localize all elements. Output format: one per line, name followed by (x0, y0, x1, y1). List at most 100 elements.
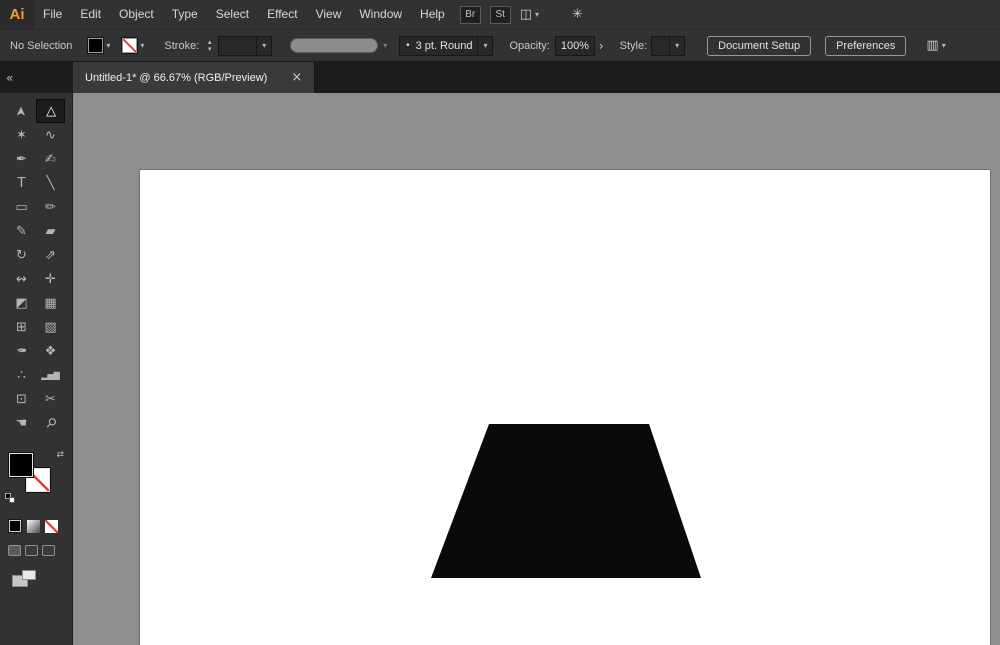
menu-window[interactable]: Window (350, 0, 411, 29)
column-graph-tool-icon: ▂▅▇ (41, 371, 59, 380)
menu-bar: Ai FileEditObjectTypeSelectEffectViewWin… (0, 0, 1000, 29)
width-tool[interactable]: ↭ (7, 267, 36, 291)
change-screen-mode-button[interactable] (12, 570, 36, 587)
arrange-documents-button[interactable]: ◫ ▾ (520, 7, 539, 22)
swap-fill-stroke-icon[interactable]: ⇄ (56, 450, 64, 460)
magic-wand-tool-icon: ✶ (16, 128, 27, 143)
bridge-button[interactable]: Br (460, 6, 481, 24)
stroke-weight-stepper[interactable]: ▴ ▾ (203, 36, 216, 56)
scale-tool[interactable]: ⇗ (36, 243, 65, 267)
menubar-right: Br St ◫ ▾ ✳ (460, 6, 583, 24)
artboard-tool-icon: ⊡ (16, 392, 27, 407)
draw-inside-button[interactable] (42, 545, 55, 556)
pencil-tool[interactable]: ✎ (7, 219, 36, 243)
color-mode-row (8, 519, 72, 533)
chevron-down-icon: ▾ (535, 10, 539, 19)
opacity-value: 100% (556, 40, 594, 52)
width-profile-preview (290, 38, 378, 53)
selection-tool[interactable]: ➤ (7, 99, 36, 123)
stock-button[interactable]: St (490, 6, 511, 24)
paintbrush-tool-icon: ✏ (45, 200, 56, 215)
default-fill-stroke-icon[interactable] (5, 493, 15, 503)
curvature-tool[interactable]: ✍ (36, 147, 65, 171)
gradient-button[interactable] (27, 520, 40, 533)
shape-layer (73, 93, 1000, 645)
stroke-color-picker[interactable]: ▾ (122, 38, 144, 53)
pen-tool[interactable]: ✒ (7, 147, 36, 171)
sync-settings-icon[interactable]: ✳ (572, 7, 583, 22)
free-transform-tool[interactable]: ✛ (36, 267, 65, 291)
chevron-down-icon: ▾ (262, 41, 266, 50)
none-button[interactable] (45, 520, 58, 533)
type-tool-icon: T (18, 176, 26, 191)
stroke-swatch (122, 38, 137, 53)
menu-edit[interactable]: Edit (71, 0, 110, 29)
draw-normal-button[interactable] (8, 545, 21, 556)
fill-color-swatch[interactable] (9, 453, 33, 477)
fill-color-picker[interactable]: ▾ (88, 38, 110, 53)
eraser-tool[interactable]: ▰ (36, 219, 65, 243)
document-setup-button[interactable]: Document Setup (707, 36, 811, 56)
shape-builder-tool[interactable]: ◩ (7, 291, 36, 315)
canvas[interactable] (73, 93, 1000, 645)
draw-behind-button[interactable] (25, 545, 38, 556)
chevron-down-icon: ▾ (942, 41, 946, 50)
paintbrush-tool[interactable]: ✏ (36, 195, 65, 219)
menu-type[interactable]: Type (163, 0, 207, 29)
control-bar: No Selection ▾ ▾ Stroke: ▴ ▾ ▾ ▾ • 3 pt.… (0, 29, 1000, 62)
blend-tool[interactable]: ❖ (36, 339, 65, 363)
rotate-tool[interactable]: ↻ (7, 243, 36, 267)
curvature-tool-icon: ✍ (45, 152, 56, 167)
zoom-tool[interactable]: ⚲ (36, 411, 65, 435)
column-graph-tool[interactable]: ▂▅▇ (36, 363, 65, 387)
free-transform-tool-icon: ✛ (45, 272, 56, 287)
gradient-tool[interactable]: ▧ (36, 315, 65, 339)
menu-help[interactable]: Help (411, 0, 454, 29)
menu-effect[interactable]: Effect (258, 0, 306, 29)
color-button[interactable] (8, 519, 22, 533)
magic-wand-tool[interactable]: ✶ (7, 123, 36, 147)
eyedropper-tool[interactable]: ✒ (7, 339, 36, 363)
chevron-down-icon: ▾ (483, 41, 487, 50)
symbol-sprayer-tool[interactable]: ∴ (7, 363, 36, 387)
document-tab[interactable]: Untitled-1* @ 66.67% (RGB/Preview) × (73, 62, 315, 93)
collapse-panel-button[interactable]: « (0, 62, 73, 93)
brush-definition-value: 3 pt. Round (411, 40, 478, 52)
close-icon[interactable]: × (291, 70, 302, 85)
preferences-button[interactable]: Preferences (825, 36, 906, 56)
default-stroke-mini (9, 497, 15, 503)
stroke-weight-select[interactable]: ▾ (218, 36, 272, 56)
direct-selection-tool-icon: ▷ (43, 106, 58, 116)
type-tool[interactable]: T (7, 171, 36, 195)
rectangle-tool[interactable]: ▭ (7, 195, 36, 219)
menu-object[interactable]: Object (110, 0, 163, 29)
gradient-tool-icon: ▧ (44, 320, 56, 335)
hand-tool[interactable]: ☚ (7, 411, 36, 435)
mesh-tool-icon: ⊞ (16, 320, 27, 335)
opacity-submenu-icon[interactable]: › (599, 39, 604, 53)
main-area: ➤▷✶∿✒✍T╲▭✏✎▰↻⇗↭✛◩▦⊞▧✒❖∴▂▅▇⊡✂☚⚲ ⇄ (0, 93, 1000, 645)
zoom-tool-icon: ⚲ (42, 414, 59, 431)
tools-panel: ➤▷✶∿✒✍T╲▭✏✎▰↻⇗↭✛◩▦⊞▧✒❖∴▂▅▇⊡✂☚⚲ ⇄ (0, 93, 73, 645)
chevron-down-icon: ▾ (140, 41, 144, 50)
direct-selection-tool[interactable]: ▷ (36, 99, 65, 123)
perspective-grid-tool[interactable]: ▦ (36, 291, 65, 315)
double-chevron-left-icon: « (6, 71, 13, 85)
style-select[interactable]: ▾ (651, 36, 685, 56)
style-label: Style: (620, 40, 648, 52)
mesh-tool[interactable]: ⊞ (7, 315, 36, 339)
brush-definition-select[interactable]: • 3 pt. Round ▾ (399, 36, 493, 56)
menu-view[interactable]: View (307, 0, 351, 29)
artboard-tool[interactable]: ⊡ (7, 387, 36, 411)
scale-tool-icon: ⇗ (45, 248, 56, 263)
align-options-button[interactable]: ▥ ▾ (926, 38, 945, 53)
drawn-trapezoid-shape[interactable] (431, 424, 701, 578)
opacity-input[interactable]: 100% (555, 36, 595, 56)
menu-file[interactable]: File (34, 0, 71, 29)
fill-swatch (88, 38, 103, 53)
menu-select[interactable]: Select (207, 0, 258, 29)
lasso-tool[interactable]: ∿ (36, 123, 65, 147)
slice-tool[interactable]: ✂ (36, 387, 65, 411)
line-segment-tool[interactable]: ╲ (36, 171, 65, 195)
opacity-label: Opacity: (509, 40, 549, 52)
